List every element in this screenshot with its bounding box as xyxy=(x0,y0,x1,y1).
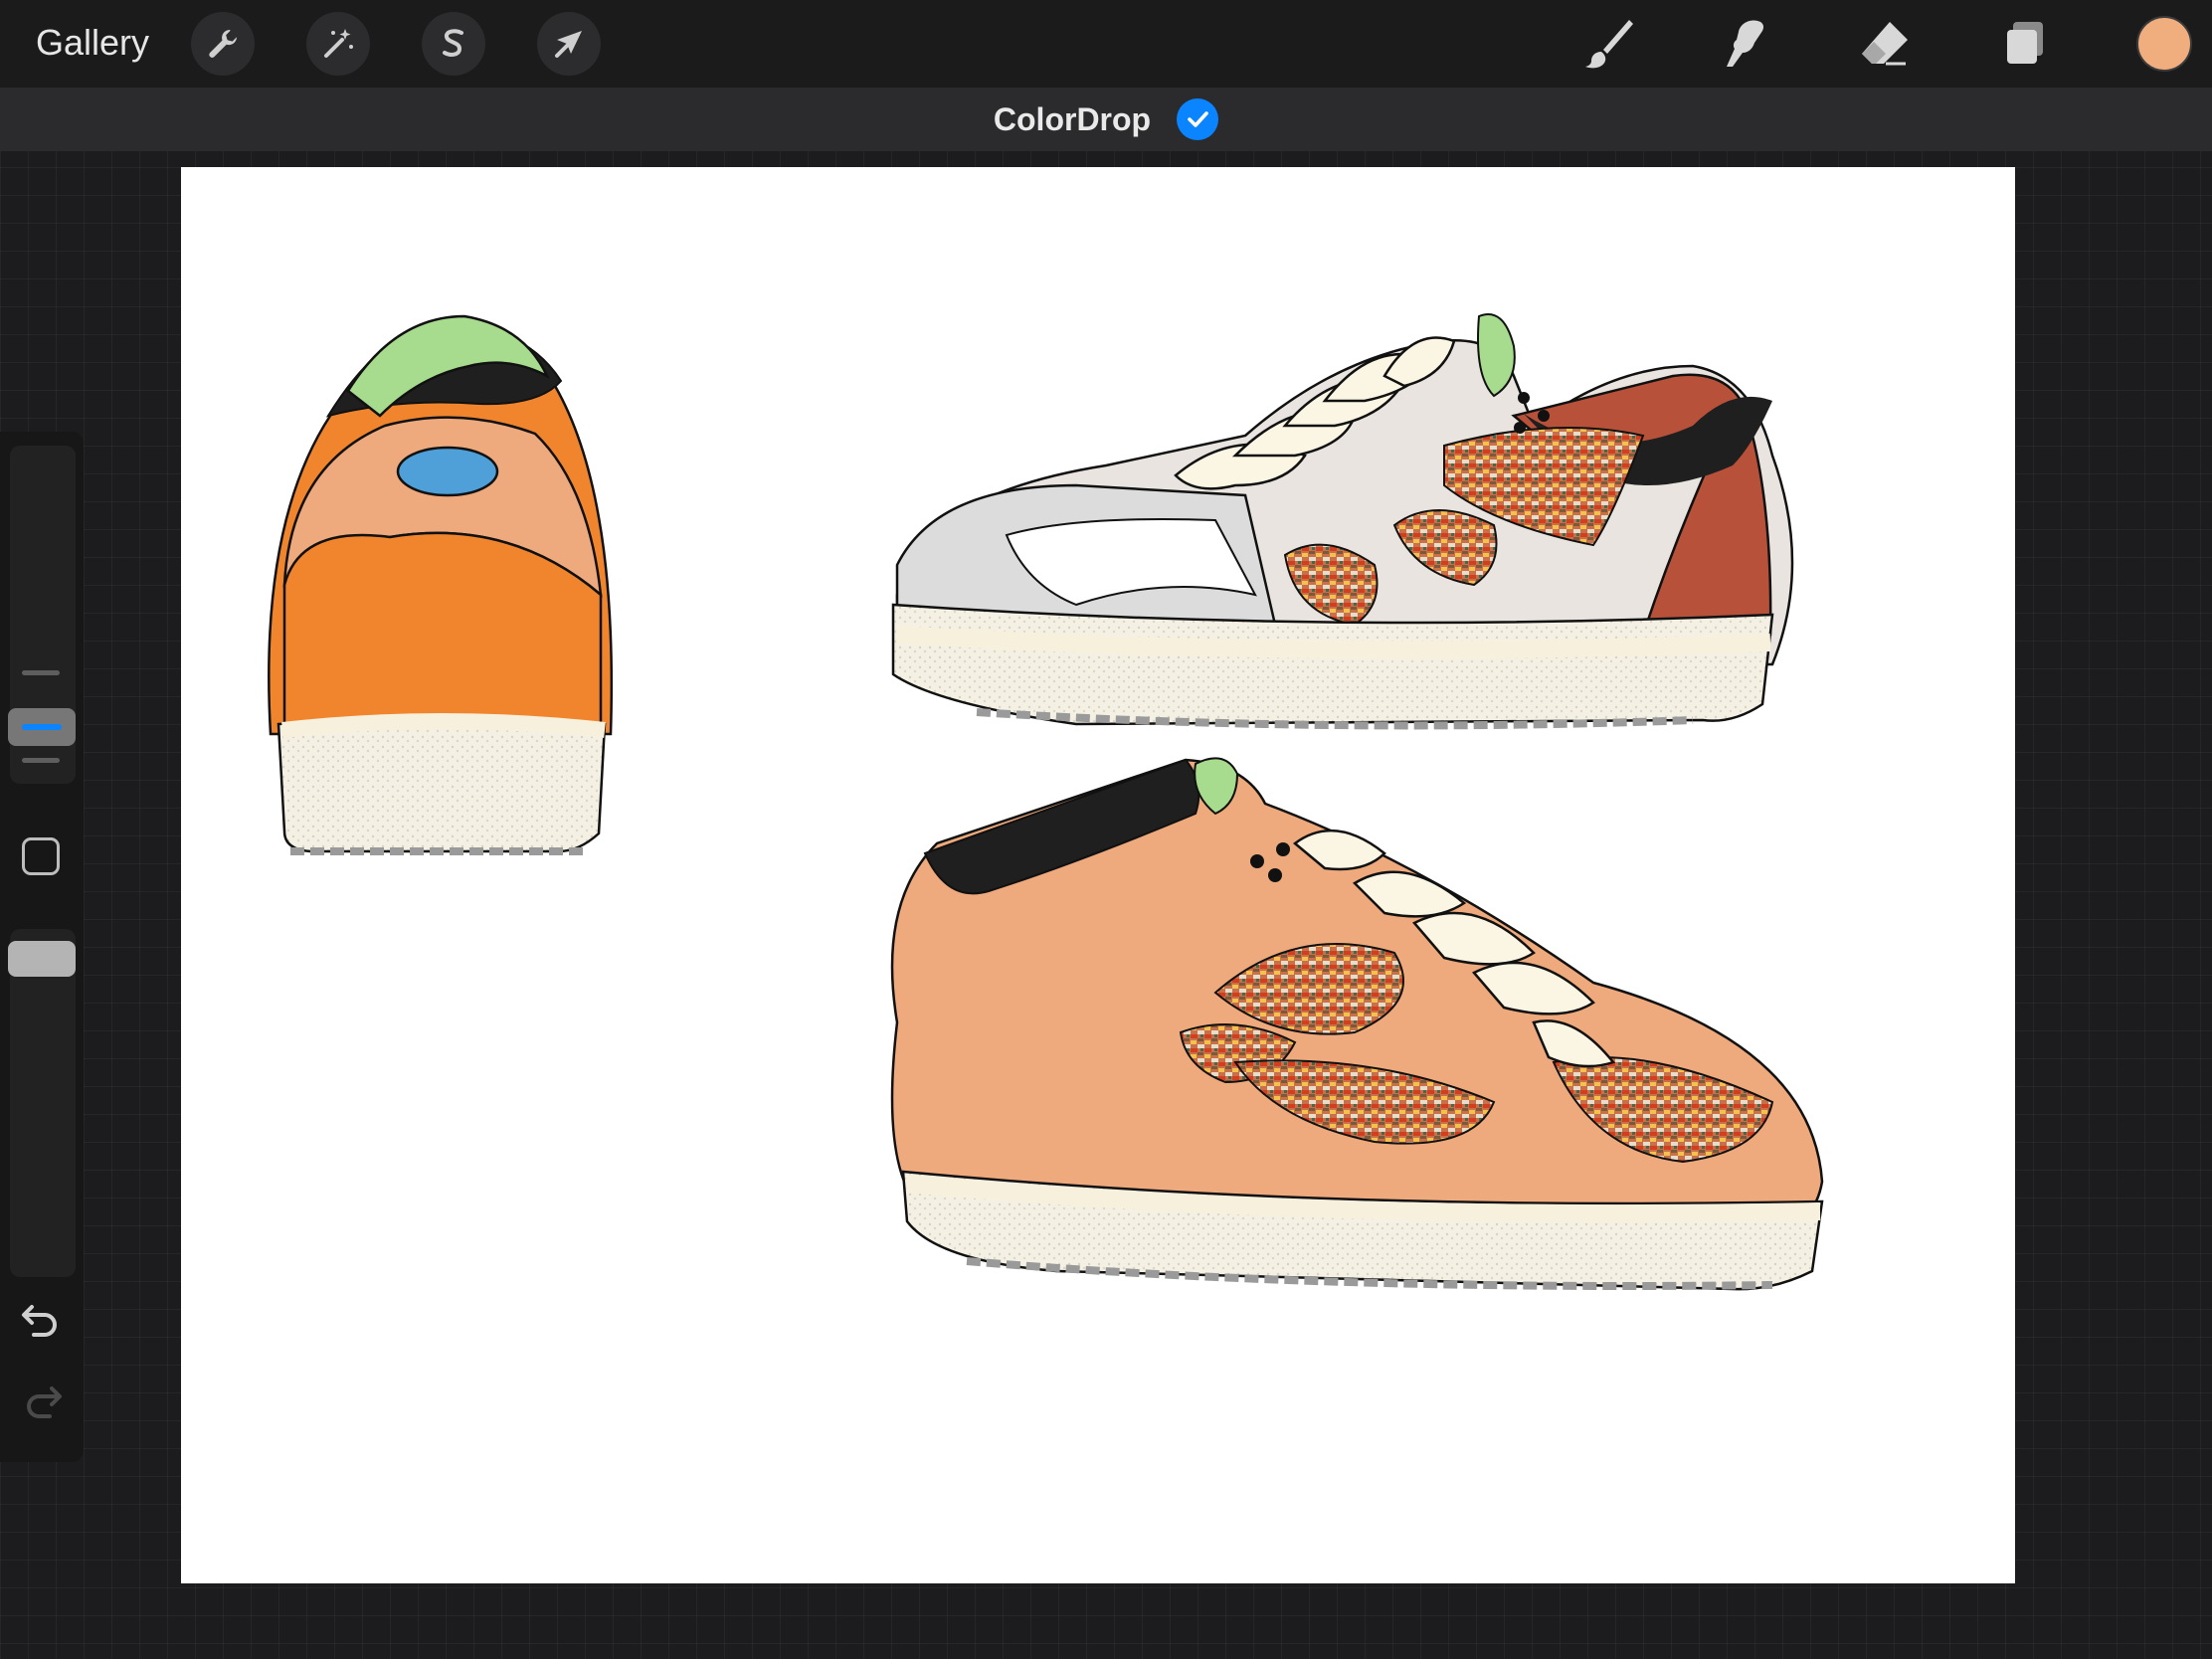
eraser-tool-button[interactable] xyxy=(1852,14,1916,74)
size-tick-icon xyxy=(22,758,60,763)
selection-s-icon xyxy=(443,29,463,57)
size-tick-icon xyxy=(22,670,60,675)
artwork xyxy=(268,313,1824,1291)
eraser-icon xyxy=(1862,22,1908,66)
undo-button[interactable] xyxy=(20,1297,64,1341)
opacity-slider-handle[interactable] xyxy=(8,941,76,977)
opacity-slider-track[interactable] xyxy=(8,929,76,1277)
transform-button[interactable] xyxy=(537,12,601,76)
side-toolbar xyxy=(0,432,84,1462)
sneaker-rear-view xyxy=(268,314,614,855)
layers-icon xyxy=(2007,22,2043,64)
brush-tool-button[interactable] xyxy=(1575,14,1639,74)
actions-button[interactable] xyxy=(191,12,255,76)
adjustments-button[interactable] xyxy=(306,12,370,76)
magic-wand-icon xyxy=(324,29,353,58)
brush-size-slider-track[interactable] xyxy=(8,446,76,784)
selection-button[interactable] xyxy=(422,12,485,76)
sneaker-side-view-grey xyxy=(891,313,1794,730)
arrow-cursor-icon xyxy=(555,31,582,58)
layers-button[interactable] xyxy=(1993,14,2057,74)
drawing-canvas[interactable] xyxy=(181,167,2015,1583)
modify-button[interactable] xyxy=(22,837,60,875)
document-title: ColorDrop xyxy=(993,100,1152,137)
brush-icon xyxy=(1585,20,1633,69)
gallery-button[interactable]: Gallery xyxy=(36,22,149,64)
document-title-bar: ColorDrop xyxy=(0,88,2212,151)
color-picker-button[interactable] xyxy=(2136,16,2192,72)
redo-icon xyxy=(27,1386,62,1418)
sneaker-side-view-peach xyxy=(890,757,1824,1291)
slider-accent-bar xyxy=(22,724,62,730)
redo-button[interactable] xyxy=(20,1379,64,1422)
undo-icon xyxy=(22,1305,57,1337)
top-toolbar: Gallery xyxy=(0,0,2212,88)
smudge-tool-button[interactable] xyxy=(1713,14,1776,74)
wrench-icon xyxy=(209,30,237,58)
brush-size-slider-handle[interactable] xyxy=(8,708,76,746)
smudge-finger-icon xyxy=(1727,20,1764,67)
checkmark-icon[interactable] xyxy=(1177,98,1219,140)
